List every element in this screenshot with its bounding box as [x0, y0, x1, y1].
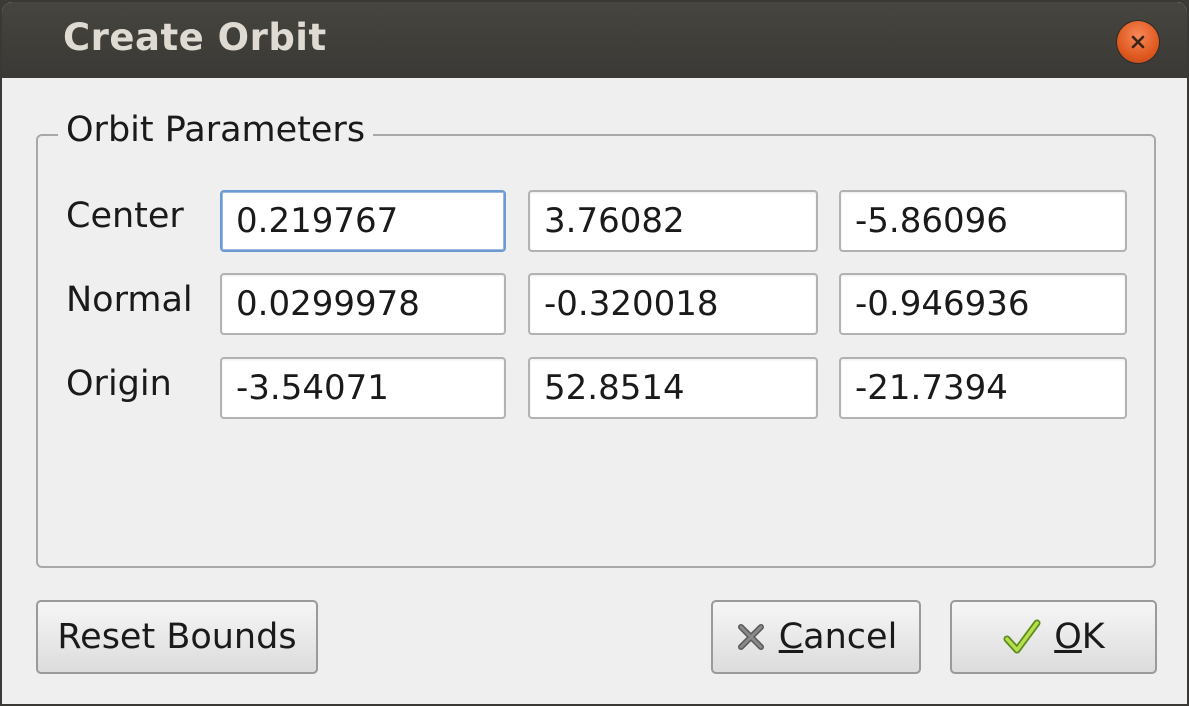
- checkmark-icon: [1002, 617, 1042, 657]
- cancel-label: Cancel: [778, 617, 898, 657]
- close-icon: [1131, 35, 1145, 49]
- title-bar[interactable]: Create Orbit: [2, 2, 1187, 78]
- reset-bounds-button[interactable]: Reset Bounds: [36, 600, 318, 674]
- center-label: Center: [66, 196, 184, 236]
- normal-x-field[interactable]: [220, 273, 506, 335]
- reset-bounds-label: Reset Bounds: [57, 617, 297, 657]
- center-z-field[interactable]: [839, 190, 1127, 252]
- ok-button[interactable]: OK: [950, 600, 1157, 674]
- normal-y-field[interactable]: [528, 273, 818, 335]
- origin-y-field[interactable]: [528, 357, 818, 419]
- origin-label: Origin: [66, 364, 172, 404]
- close-button[interactable]: [1117, 21, 1159, 63]
- origin-x-field[interactable]: [220, 357, 506, 419]
- center-x-field[interactable]: [220, 190, 506, 252]
- cancel-button[interactable]: Cancel: [711, 600, 921, 674]
- normal-label: Normal: [66, 280, 193, 320]
- group-title: Orbit Parameters: [58, 110, 374, 150]
- window-title: Create Orbit: [63, 16, 327, 59]
- ok-label: OK: [1054, 617, 1105, 657]
- create-orbit-dialog: Create Orbit Orbit Parameters Center Nor…: [0, 0, 1189, 706]
- normal-z-field[interactable]: [839, 273, 1127, 335]
- dialog-body: Orbit Parameters Center Normal Origin Re…: [2, 78, 1187, 704]
- origin-z-field[interactable]: [839, 357, 1127, 419]
- center-y-field[interactable]: [528, 190, 818, 252]
- x-icon: [735, 621, 767, 653]
